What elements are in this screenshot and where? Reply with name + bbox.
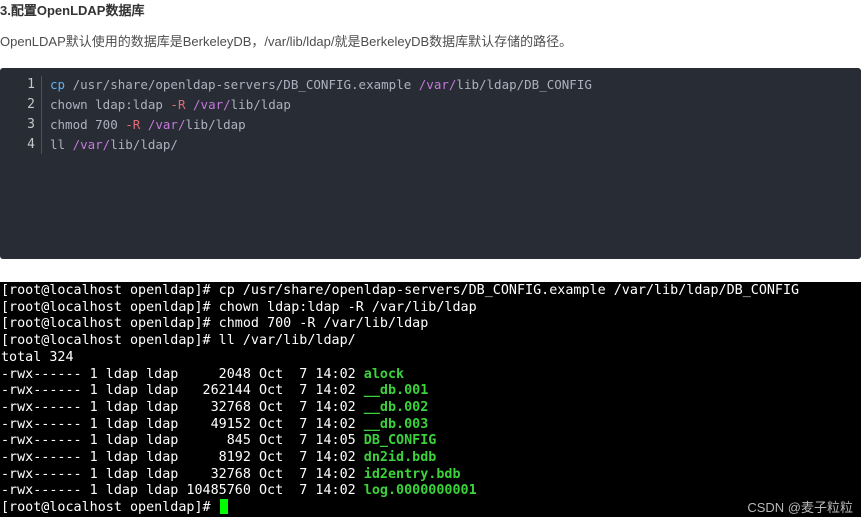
line-number: 1 — [27, 77, 35, 92]
terminal-cursor — [219, 499, 228, 515]
terminal-line: -rwx------ 1 ldap ldap 32768 Oct 7 14:02… — [1, 466, 461, 483]
terminal-text: [root@localhost openldap]# chmod 700 -R … — [1, 316, 429, 332]
terminal-line: -rwx------ 1 ldap ldap 2048 Oct 7 14:02 … — [1, 366, 404, 383]
code-text: ll /var/lib/ldap/ — [50, 137, 178, 152]
file-name: dn2id.bdb — [363, 450, 437, 465]
terminal-line: -rwx------ 1 ldap ldap 32768 Oct 7 14:02… — [1, 399, 428, 416]
file-name: __db.001 — [363, 383, 429, 399]
terminal-line: [root@localhost openldap]# chmod 700 -R … — [1, 315, 428, 332]
terminal-line: [root@localhost openldap]# chown ldap:ld… — [1, 299, 477, 316]
terminal-text: -rwx------ 1 ldap ldap 49152 Oct 7 14:02 — [1, 416, 364, 432]
terminal-line: [root@localhost openldap]# — [1, 499, 228, 516]
description-paragraph: OpenLDAP默认使用的数据库是BerkeleyDB，/var/lib/lda… — [0, 34, 573, 49]
terminal-text: -rwx------ 1 ldap ldap 845 Oct 7 14:05 — [1, 433, 364, 449]
terminal-text: -rwx------ 1 ldap ldap 2048 Oct 7 14:02 — [1, 366, 364, 382]
terminal-line: [root@localhost openldap]# ll /var/lib/l… — [1, 332, 356, 349]
file-name: __db.002 — [363, 399, 429, 415]
terminal-line: -rwx------ 1 ldap ldap 845 Oct 7 14:05 D… — [1, 432, 436, 449]
terminal-text: [root@localhost openldap]# cp /usr/share… — [1, 283, 800, 298]
terminal-text: -rwx------ 1 ldap ldap 10485760 Oct 7 14… — [1, 483, 364, 499]
terminal-line: -rwx------ 1 ldap ldap 8192 Oct 7 14:02 … — [1, 449, 436, 466]
code-block: 1 cp /usr/share/openldap-servers/DB_CONFI… — [0, 68, 861, 259]
terminal-text: [root@localhost openldap]# chown ldap:ld… — [1, 299, 477, 315]
code-text: chown ldap:ldap -R /var/lib/ldap — [50, 97, 291, 112]
watermark: CSDN @麦子粒粒 — [747, 500, 853, 515]
line-number: 4 — [27, 137, 35, 152]
terminal-line: -rwx------ 1 ldap ldap 49152 Oct 7 14:02… — [1, 416, 428, 433]
line-number-gutter-separator — [41, 76, 42, 154]
terminal-text: -rwx------ 1 ldap ldap 8192 Oct 7 14:02 — [1, 450, 364, 465]
line-number: 2 — [27, 97, 35, 112]
file-name: alock — [363, 366, 405, 382]
file-name: id2entry.bdb — [363, 466, 461, 482]
terminal-line: -rwx------ 1 ldap ldap 262144 Oct 7 14:0… — [1, 382, 428, 399]
file-name: DB_CONFIG — [363, 433, 437, 449]
code-text: chmod 700 -R /var/lib/ldap — [50, 117, 246, 132]
file-name: log.0000000001 — [363, 483, 477, 499]
file-name: __db.003 — [363, 416, 429, 432]
terminal-text: -rwx------ 1 ldap ldap 262144 Oct 7 14:0… — [1, 383, 364, 399]
terminal-text: [root@localhost openldap]# ll /var/lib/l… — [1, 333, 356, 349]
section-heading: 3.配置OpenLDAP数据库 — [0, 3, 145, 18]
terminal-line: -rwx------ 1 ldap ldap 10485760 Oct 7 14… — [1, 482, 477, 499]
terminal-text: -rwx------ 1 ldap ldap 32768 Oct 7 14:02 — [1, 466, 364, 482]
terminal-text: [root@localhost openldap]# — [1, 500, 219, 516]
terminal-screenshot: [root@localhost openldap]# cp /usr/share… — [0, 282, 861, 517]
terminal-text: total 324 — [1, 349, 74, 365]
terminal-line: [root@localhost openldap]# cp /usr/share… — [1, 282, 799, 299]
code-text: cp /usr/share/openldap-servers/DB_CONFIG… — [50, 77, 592, 92]
terminal-text: -rwx------ 1 ldap ldap 32768 Oct 7 14:02 — [1, 399, 364, 415]
line-number: 3 — [27, 117, 35, 132]
terminal-line: total 324 — [1, 349, 74, 366]
